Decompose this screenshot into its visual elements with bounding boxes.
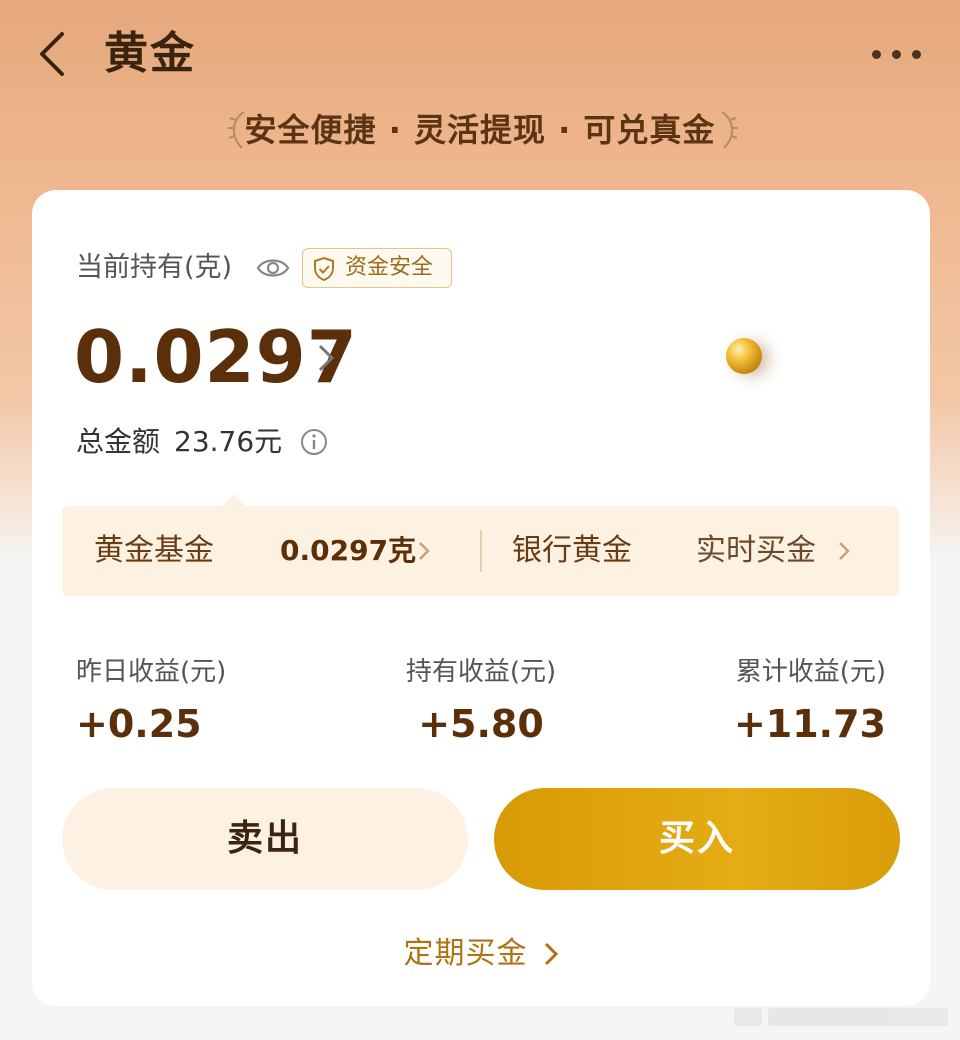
stat-cumulative-earnings[interactable]: 累计收益(元) +11.73 (734, 652, 886, 750)
stat-holding-earnings[interactable]: 持有收益(元) +5.80 (381, 652, 581, 750)
safety-badge[interactable]: 资金安全 (302, 248, 452, 288)
periodic-buy-link[interactable]: 定期买金 (32, 928, 930, 980)
shield-check-icon (314, 256, 334, 282)
stat-label: 昨日收益(元) (76, 657, 227, 687)
back-arrow-icon (40, 32, 64, 76)
tab-bank-gold[interactable]: 银行黄金 实时买金 (482, 506, 899, 596)
total-label: 总金额 (76, 425, 161, 458)
holding-label: 当前持有(克) (76, 252, 233, 283)
stat-value: +5.80 (418, 702, 544, 746)
tab-gold-fund[interactable]: 黄金基金 0.0297克 (62, 506, 482, 596)
more-icon (872, 50, 881, 59)
total-amount-row: 总金额 23.76元 (76, 422, 282, 462)
chevron-right-icon (419, 542, 430, 560)
buy-button[interactable]: 买入 (494, 788, 900, 890)
chevron-right-icon (839, 542, 850, 560)
eye-icon[interactable] (256, 254, 290, 282)
watermark (734, 1002, 950, 1032)
info-icon[interactable] (300, 428, 328, 456)
gold-type-tabbar: 黄金基金 0.0297克 银行黄金 实时买金 (62, 494, 899, 596)
chevron-right-icon (544, 942, 558, 966)
slogan-text: 安全便捷 · 灵活提现 · 可兑真金 (244, 111, 716, 149)
chevron-right-icon[interactable] (314, 340, 338, 376)
badge-text: 资金安全 (345, 255, 434, 280)
slogan-row: 安全便捷 · 灵活提现 · 可兑真金 (0, 104, 960, 156)
stat-label: 持有收益(元) (405, 657, 557, 687)
sell-button-label: 卖出 (226, 818, 303, 859)
stat-value: +11.73 (733, 702, 886, 746)
stat-yesterday-earnings[interactable]: 昨日收益(元) +0.25 (76, 652, 226, 750)
header: 黄金 (0, 0, 960, 110)
buy-button-label: 买入 (658, 818, 735, 859)
sell-button[interactable]: 卖出 (62, 788, 468, 890)
gold-ball-icon (726, 338, 762, 374)
gold-holding-card: 当前持有(克) 资金安全 0.0297 总金额 23.76元 黄金基金 0.029… (32, 190, 930, 1006)
page-title: 黄金 (104, 28, 196, 79)
total-value: 23.76元 (174, 425, 283, 458)
more-button[interactable] (872, 40, 924, 68)
more-icon-dot (892, 50, 901, 59)
tab-gold-fund-name: 黄金基金 (94, 533, 214, 568)
stat-value: +0.25 (76, 702, 202, 746)
stat-label: 累计收益(元) (735, 657, 886, 687)
laurel-right-icon (721, 111, 738, 149)
tab-gold-fund-value: 0.0297克 (280, 534, 417, 567)
tab-bank-gold-value: 实时买金 (696, 533, 816, 568)
tab-pointer (222, 494, 246, 506)
more-icon-dot (912, 50, 921, 59)
back-button[interactable] (32, 26, 80, 82)
periodic-buy-label: 定期买金 (403, 936, 528, 971)
tab-bank-gold-name: 银行黄金 (512, 533, 632, 568)
